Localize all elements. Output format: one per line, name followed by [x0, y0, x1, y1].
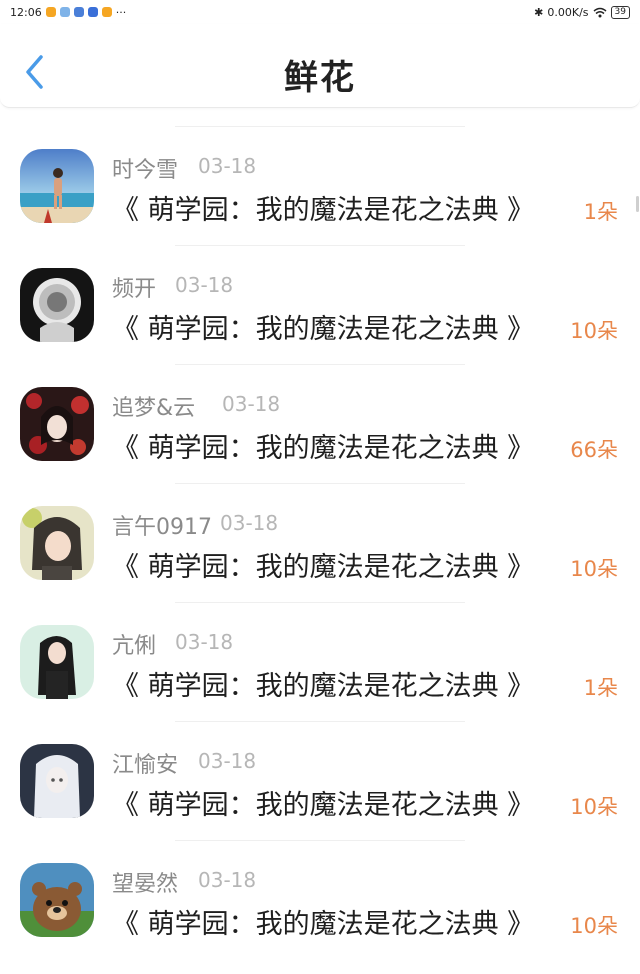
- status-left: 12:06 ···: [10, 6, 126, 19]
- row-divider: [175, 483, 465, 484]
- user-name[interactable]: 追梦&云: [112, 390, 195, 422]
- row-divider: [175, 840, 465, 841]
- book-title[interactable]: 《 萌学园：我的魔法是花之法典 》: [112, 307, 534, 346]
- user-name[interactable]: 望晏然: [112, 866, 178, 898]
- date: 03-18: [198, 154, 257, 178]
- list-item[interactable]: 亢俐 03-18 《 萌学园：我的魔法是花之法典 》 1朵: [0, 584, 640, 703]
- network-speed: 0.00K/s: [547, 5, 589, 19]
- list-item[interactable]: 频开 03-18 《 萌学园：我的魔法是花之法典 》 10朵: [0, 227, 640, 346]
- bluetooth-icon: ✱: [534, 5, 544, 19]
- user-name[interactable]: 频开: [112, 271, 156, 303]
- row-divider: [175, 126, 465, 127]
- weibo-icon: [101, 7, 112, 17]
- page-title: 鲜花: [284, 58, 356, 98]
- user-name[interactable]: 亢俐: [112, 628, 156, 660]
- scrollbar[interactable]: [636, 196, 639, 212]
- flower-count: 10朵: [570, 319, 618, 343]
- avatar[interactable]: [20, 625, 94, 699]
- avatar[interactable]: [20, 268, 94, 342]
- list-item[interactable]: 言午0917 03-18 《 萌学园：我的魔法是花之法典 》 10朵: [0, 465, 640, 584]
- date: 03-18: [222, 392, 281, 416]
- avatar[interactable]: [20, 744, 94, 818]
- avatar[interactable]: [20, 506, 94, 580]
- user-name[interactable]: 江愉安: [112, 747, 178, 779]
- date: 03-18: [175, 273, 234, 297]
- flower-count: 1朵: [583, 200, 618, 224]
- date: 03-18: [175, 630, 234, 654]
- book-title[interactable]: 《 萌学园：我的魔法是花之法典 》: [112, 664, 534, 703]
- weibo-icon: [45, 7, 56, 17]
- user-name[interactable]: 时今雪: [112, 152, 178, 184]
- list-item[interactable]: 望晏然 03-18 《 萌学园：我的魔法是花之法典 》 10朵: [0, 822, 640, 941]
- book-title[interactable]: 《 萌学园：我的魔法是花之法典 》: [112, 545, 534, 584]
- row-divider: [175, 721, 465, 722]
- avatar[interactable]: [20, 387, 94, 461]
- wifi-icon: [593, 7, 607, 17]
- date: 03-18: [198, 749, 257, 773]
- flower-count: 1朵: [583, 676, 618, 700]
- battery-indicator: 39: [610, 5, 630, 19]
- more-notifications-icon: ···: [115, 5, 127, 19]
- row-divider: [175, 245, 465, 246]
- date: 03-18: [198, 868, 257, 892]
- avatar[interactable]: [20, 149, 94, 223]
- flower-count: 66朵: [570, 438, 618, 462]
- app-icon: [87, 7, 98, 17]
- book-title[interactable]: 《 萌学园：我的魔法是花之法典 》: [112, 902, 534, 941]
- status-right: ✱ 0.00K/s 39: [534, 5, 630, 19]
- book-title[interactable]: 《 萌学园：我的魔法是花之法典 》: [112, 783, 534, 822]
- header: 鲜花: [0, 24, 640, 108]
- flower-count: 10朵: [570, 795, 618, 819]
- row-divider: [175, 364, 465, 365]
- book-title[interactable]: 《 萌学园：我的魔法是花之法典 》: [112, 188, 534, 227]
- avatar[interactable]: [20, 863, 94, 937]
- status-time: 12:06: [10, 5, 42, 19]
- date: 03-18: [220, 511, 279, 535]
- app-icon: [73, 7, 84, 17]
- flower-count: 10朵: [570, 914, 618, 938]
- list-item[interactable]: 江愉安 03-18 《 萌学园：我的魔法是花之法典 》 10朵: [0, 703, 640, 822]
- flower-list: 时今雪 03-18 《 萌学园：我的魔法是花之法典 》 1朵 频开 03-18 …: [0, 108, 640, 941]
- user-name[interactable]: 言午0917: [112, 509, 212, 541]
- status-bar: 12:06 ··· ✱ 0.00K/s 39: [0, 0, 640, 24]
- cloud-icon: [59, 7, 70, 17]
- flower-count: 10朵: [570, 557, 618, 581]
- list-item[interactable]: 时今雪 03-18 《 萌学园：我的魔法是花之法典 》 1朵: [0, 108, 640, 227]
- row-divider: [175, 602, 465, 603]
- book-title[interactable]: 《 萌学园：我的魔法是花之法典 》: [112, 426, 534, 465]
- list-item[interactable]: 追梦&云 03-18 《 萌学园：我的魔法是花之法典 》 66朵: [0, 346, 640, 465]
